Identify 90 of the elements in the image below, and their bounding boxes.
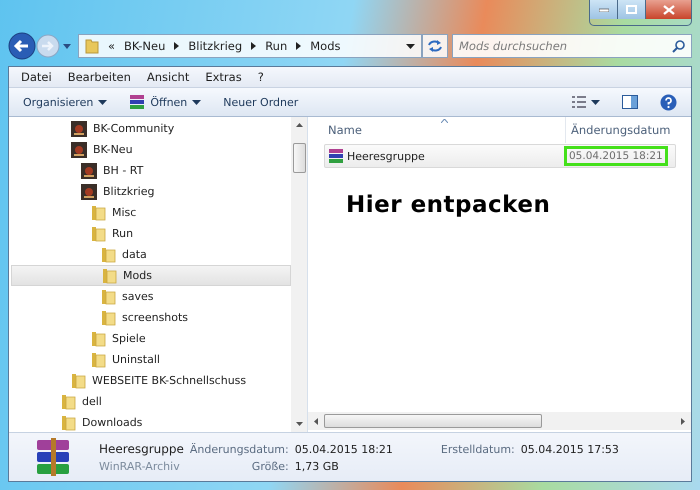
- game-icon: [81, 162, 97, 178]
- dropdown-arrow-icon: [98, 100, 108, 104]
- toolbar-button[interactable]: Organisieren: [15, 92, 116, 112]
- detail-label: Änderungsdatum:: [190, 442, 289, 456]
- tree-item[interactable]: BK-Neu: [11, 139, 291, 160]
- folder-icon: [91, 352, 106, 368]
- list-view-icon: [572, 96, 586, 108]
- menu-item[interactable]: ?: [250, 70, 272, 84]
- file-type: WinRAR-Archiv: [99, 460, 181, 472]
- maximize-icon: [626, 5, 637, 14]
- detail-value: 05.04.2015 17:53: [520, 442, 619, 456]
- tree-item[interactable]: dell: [11, 391, 291, 412]
- pane-icon: [622, 95, 638, 109]
- help-icon: [660, 94, 677, 110]
- menu-item[interactable]: Datei: [13, 70, 60, 84]
- breadcrumb-item[interactable]: Mods: [310, 39, 340, 53]
- breadcrumb-item[interactable]: Blitzkrieg: [188, 39, 242, 53]
- search-icon: [672, 40, 685, 53]
- tree-item[interactable]: screenshots: [11, 307, 291, 328]
- folder-icon: [85, 38, 99, 54]
- tree-item[interactable]: Downloads: [11, 412, 291, 432]
- detail-value: 1,73 GB: [294, 460, 340, 472]
- overflow-chevron[interactable]: «: [108, 39, 116, 53]
- menu-item[interactable]: Extras: [197, 70, 250, 84]
- dropdown-arrow-icon[interactable]: [406, 44, 415, 48]
- address-bar[interactable]: « BK-Neu Blitzkrieg Run Mods: [78, 34, 422, 58]
- folder-icon: [101, 310, 116, 326]
- tree-item[interactable]: data: [11, 244, 291, 265]
- minimize-button[interactable]: [590, 0, 618, 19]
- file-name: Heeresgruppe: [347, 150, 426, 162]
- file-date: 05.04.2015 18:21: [564, 146, 668, 166]
- left-arrow-icon[interactable]: [314, 418, 318, 424]
- minimize-icon: [598, 8, 608, 12]
- file-name: Heeresgruppe: [99, 442, 184, 456]
- close-icon: [662, 4, 674, 14]
- toolbar-button[interactable]: Öffnen: [121, 91, 210, 113]
- chevron-icon[interactable]: [296, 42, 302, 50]
- tree-item[interactable]: Run: [11, 223, 291, 244]
- chevron-icon[interactable]: [174, 42, 180, 50]
- dropdown-arrow-icon: [192, 100, 202, 104]
- right-arrow-icon[interactable]: [681, 418, 685, 424]
- tree-item[interactable]: Misc: [11, 202, 291, 223]
- file-row[interactable]: Heeresgruppe 05.04.2015 18:21: [324, 144, 676, 168]
- vertical-scrollbar[interactable]: [291, 117, 307, 432]
- scrollbar-thumb[interactable]: [324, 414, 542, 428]
- column-header[interactable]: Änderungsdatum: [565, 117, 670, 143]
- up-arrow-icon[interactable]: [296, 123, 302, 127]
- folder-icon: [102, 268, 117, 284]
- column-header[interactable]: Name: [308, 123, 565, 137]
- chevron-icon[interactable]: [251, 42, 256, 50]
- detail-value: 05.04.2015 18:21: [294, 442, 393, 456]
- tree-item[interactable]: saves: [11, 286, 291, 307]
- close-button[interactable]: [646, 0, 691, 19]
- scrollbar-thumb[interactable]: [292, 143, 306, 173]
- tree-item[interactable]: BK-Community: [11, 118, 291, 139]
- refresh-icon: [427, 39, 443, 53]
- folder-icon: [61, 414, 76, 430]
- folder-icon: [61, 394, 76, 410]
- folder-icon: [91, 330, 106, 346]
- maximize-button[interactable]: [618, 0, 646, 19]
- menu-item[interactable]: Bearbeiten: [60, 70, 139, 84]
- books-icon: [129, 94, 146, 110]
- tree-item[interactable]: Blitzkrieg: [11, 181, 291, 202]
- game-icon: [71, 142, 87, 158]
- tree-item[interactable]: BH - RT: [11, 160, 291, 181]
- books-icon: [328, 148, 344, 164]
- down-arrow-icon[interactable]: [296, 422, 302, 426]
- breadcrumb-item[interactable]: BK-Neu: [124, 39, 166, 53]
- folder-icon: [91, 226, 106, 242]
- game-icon: [71, 120, 87, 136]
- breadcrumb-item[interactable]: Run: [265, 39, 288, 53]
- folder-icon: [71, 372, 86, 388]
- menu-item[interactable]: Ansicht: [138, 70, 198, 84]
- refresh-button[interactable]: [422, 34, 448, 58]
- folder-icon: [91, 204, 106, 220]
- game-icon: [81, 184, 97, 200]
- toolbar-button[interactable]: Neuer Ordner: [215, 92, 306, 112]
- detail-label: Größe:: [250, 460, 289, 472]
- back-button[interactable]: [8, 32, 36, 60]
- tree-item[interactable]: Uninstall: [11, 349, 291, 370]
- search-field[interactable]: Mods durchsuchen: [452, 34, 692, 58]
- annotation-text: Hier entpacken: [346, 192, 552, 218]
- detail-label: Erstelldatum:: [440, 442, 515, 456]
- horizontal-scrollbar[interactable]: [308, 412, 691, 430]
- folder-icon: [101, 288, 116, 304]
- tree-item[interactable]: WEBSEITE BK-Schnellschuss: [11, 370, 291, 391]
- tree-item[interactable]: Mods: [11, 265, 291, 286]
- dropdown-arrow-icon: [591, 100, 600, 104]
- folder-icon: [101, 246, 116, 262]
- tree-item[interactable]: Spiele: [11, 328, 291, 349]
